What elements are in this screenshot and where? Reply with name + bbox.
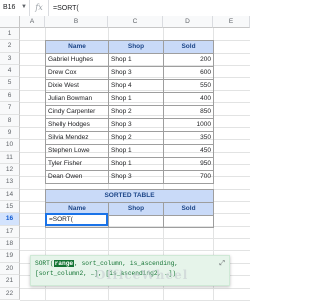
active-cell-b16[interactable]: =SORT( [45,213,108,226]
formula-input[interactable]: =SORT( [49,5,79,12]
cell-sold[interactable]: 400 [163,92,214,107]
table-row: Tyler Fisher Shop 1 950 [45,157,214,172]
sorted-cell[interactable] [108,214,164,228]
column-header-d[interactable]: D [163,16,213,28]
row-header-6[interactable]: 6 [0,89,20,103]
row-header-11[interactable]: 11 [0,151,20,164]
sorted-header-sold: Sold [163,201,214,216]
row-header-15[interactable]: 15 [0,201,20,214]
row-header-2[interactable]: 2 [0,40,20,53]
sorted-table-title: SORTED TABLE [45,188,214,203]
cell-shop[interactable]: Shop 3 [108,170,164,185]
cell-sold[interactable]: 200 [163,53,214,68]
column-header-e[interactable]: E [213,16,250,28]
row-header-20[interactable]: 20 [0,262,20,276]
cell-reference: B16 [3,4,16,11]
expand-icon[interactable]: ⤢ [219,258,225,268]
sorted-cell[interactable] [163,214,214,228]
sorted-header-shop: Shop [108,201,164,216]
cell-shop[interactable]: Shop 1 [108,144,164,159]
gridline [20,238,250,240]
header-sold: Sold [163,40,214,55]
column-header-b[interactable]: B [45,16,108,28]
watermark-logo: OfficeWheel [95,268,189,282]
row-header-14[interactable]: 14 [0,188,20,202]
cell-name[interactable]: Gabriel Hughes [45,53,109,68]
cell-sold[interactable]: 350 [163,131,214,146]
cell-name[interactable]: Julian Bowman [45,92,109,107]
row-header-13[interactable]: 13 [0,176,20,189]
tooltip-current-arg: range [53,260,75,267]
table-row: Silvia Mendez Shop 2 350 [45,131,214,146]
cell-shop[interactable]: Shop 4 [108,79,164,94]
cell-name[interactable]: Shelly Hodges [45,118,109,133]
table-row: Dixie West Shop 4 550 [45,79,214,94]
cell-shop[interactable]: Shop 1 [108,92,164,107]
source-table: Name Shop Sold Gabriel Hughes Shop 1 200 Dr… [45,40,214,185]
cell-name[interactable]: Dean Owen [45,170,109,185]
table-row: Stephen Lowe Shop 1 450 [45,144,214,159]
cell-shop[interactable]: Shop 1 [108,53,164,68]
row-header-5[interactable]: 5 [0,77,20,90]
column-header-a[interactable]: A [20,16,45,28]
row-header-8[interactable]: 8 [0,114,20,127]
cell-shop[interactable]: Shop 2 [108,105,164,120]
row-header-21[interactable]: 21 [0,275,20,288]
header-name: Name [45,40,109,55]
cell-name[interactable]: Tyler Fisher [45,157,109,172]
select-all-corner[interactable] [0,16,20,28]
row-header-4[interactable]: 4 [0,65,20,78]
gridline [20,287,250,289]
row-header-1[interactable]: 1 [0,28,20,41]
row-header-19[interactable]: 19 [0,250,20,263]
cell-shop[interactable]: Shop 3 [108,118,164,133]
header-shop: Shop [108,40,164,55]
row-header-22[interactable]: 22 [0,287,20,300]
column-header-c[interactable]: C [108,16,163,28]
active-cell-text: =SORT( [49,216,73,224]
cell-shop[interactable]: Shop 1 [108,157,164,172]
cell-name[interactable]: Silvia Mendez [45,131,109,146]
table-row: Dean Owen Shop 3 700 [45,170,214,185]
row-header-7[interactable]: 7 [0,102,20,115]
cell-name[interactable]: Cindy Carpenter [45,105,109,120]
table-row: Cindy Carpenter Shop 2 850 [45,105,214,120]
name-box[interactable]: B16 ▼ [0,0,30,16]
row-header-10[interactable]: 10 [0,139,20,152]
row-header-18[interactable]: 18 [0,238,20,251]
cell-sold[interactable]: 1000 [163,118,214,133]
cell-name[interactable]: Drew Cox [45,66,109,81]
cell-shop[interactable]: Shop 2 [108,131,164,146]
row-header-12[interactable]: 12 [0,163,20,177]
row-header-16[interactable]: 16 [0,213,20,226]
chevron-down-icon: ▼ [21,4,27,10]
cell-shop[interactable]: Shop 3 [108,66,164,81]
row-header-17[interactable]: 17 [0,225,20,239]
fx-icon: fx [30,0,49,16]
row-header-9[interactable]: 9 [0,126,20,140]
tooltip-args: , sort_column, is_ascending, [74,260,179,267]
table-row: Shelly Hodges Shop 3 1000 [45,118,214,133]
gridline [20,250,250,252]
cell-name[interactable]: Stephen Lowe [45,144,109,159]
table-row: Drew Cox Shop 3 600 [45,66,214,81]
row-header-3[interactable]: 3 [0,52,20,66]
cell-sold[interactable]: 600 [163,66,214,81]
cell-sold[interactable]: 550 [163,79,214,94]
cell-sold[interactable]: 450 [163,144,214,159]
cell-sold[interactable]: 700 [163,170,214,185]
tooltip-function-name: SORT( [35,260,54,267]
cell-name[interactable]: Dixie West [45,79,109,94]
table-row: Gabriel Hughes Shop 1 200 [45,53,214,68]
formula-bar: B16 ▼ fx =SORT( [0,0,250,17]
table-row: Julian Bowman Shop 1 400 [45,92,214,107]
cell-sold[interactable]: 950 [163,157,214,172]
cell-sold[interactable]: 850 [163,105,214,120]
